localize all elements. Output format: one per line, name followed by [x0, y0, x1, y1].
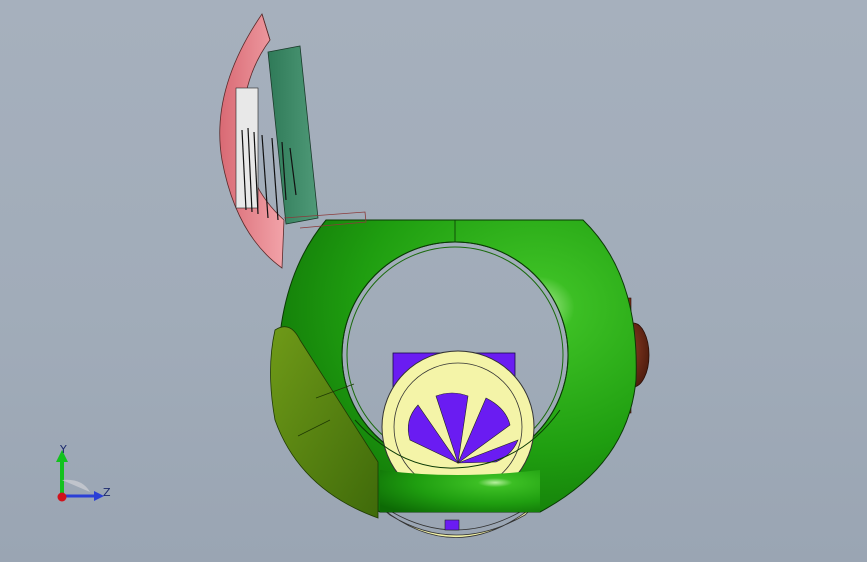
- triad-axes: [56, 450, 104, 502]
- cad-model-view[interactable]: [0, 0, 867, 562]
- coordinate-triad: Y Z: [40, 438, 120, 518]
- graphics-viewport[interactable]: Y Z: [0, 0, 867, 562]
- x-axis-icon: [57, 492, 67, 502]
- y-axis-label: Y: [60, 443, 67, 456]
- z-axis-label: Z: [103, 486, 111, 499]
- lid-panel[interactable]: [235, 45, 367, 229]
- inner-wheel[interactable]: [380, 350, 540, 512]
